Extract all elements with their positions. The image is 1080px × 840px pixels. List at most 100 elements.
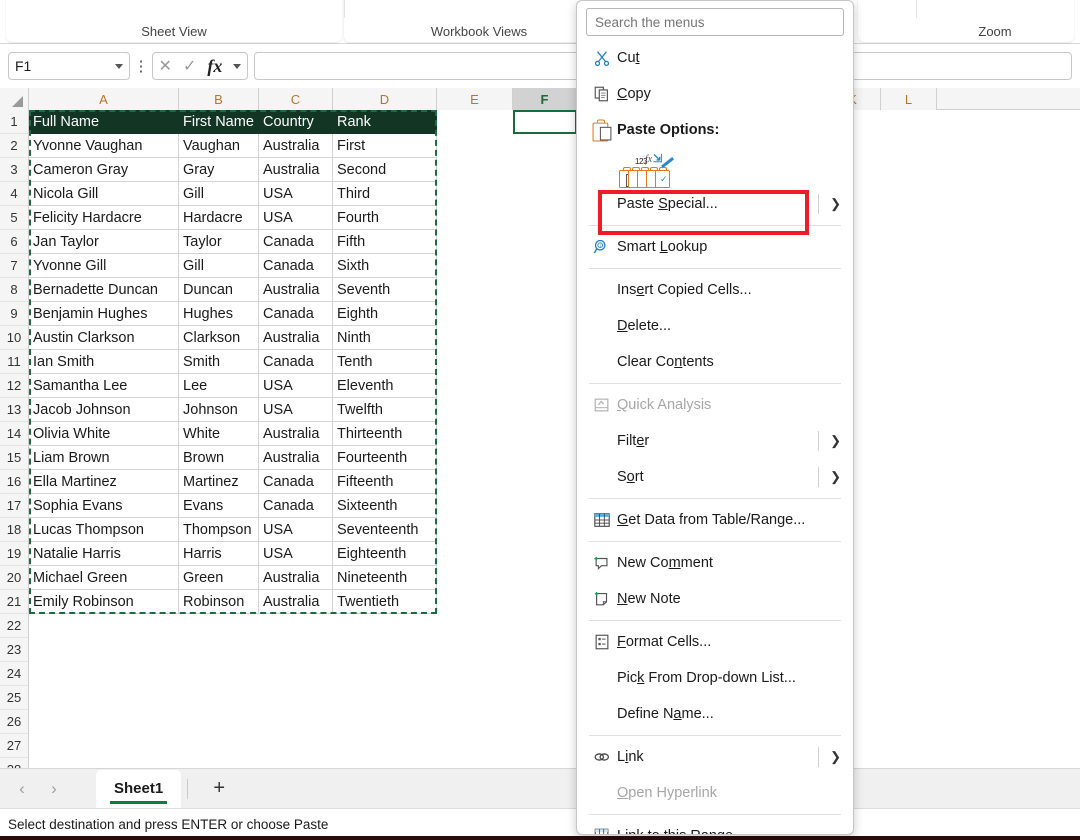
row-header-6[interactable]: 6 [0,230,29,254]
name-box[interactable]: F1 [8,52,130,80]
cell-F11[interactable] [513,350,577,374]
cell-L14[interactable] [881,422,937,446]
cell-L5[interactable] [881,206,937,230]
cell-F2[interactable] [513,134,577,158]
cell-A18[interactable]: Lucas Thompson [29,518,179,542]
cell-B24[interactable] [179,662,259,686]
cell-A7[interactable]: Yvonne Gill [29,254,179,278]
cell-D23[interactable] [333,638,437,662]
cell-A8[interactable]: Bernadette Duncan [29,278,179,302]
cell-D21[interactable]: Twentieth [333,590,437,614]
cell-L26[interactable] [881,710,937,734]
cell-D25[interactable] [333,686,437,710]
row-header-15[interactable]: 15 [0,446,29,470]
chevron-down-icon[interactable] [115,63,123,69]
column-header-d[interactable]: D [333,88,437,110]
cell-D22[interactable] [333,614,437,638]
cell-C3[interactable]: Australia [259,158,333,182]
cell-E6[interactable] [437,230,513,254]
cell-E5[interactable] [437,206,513,230]
menu-item-smart-lookup[interactable]: i Smart Lookup [577,229,853,265]
cell-D27[interactable] [333,734,437,758]
search-menus-input[interactable]: Search the menus [586,8,844,36]
cell-C28[interactable] [259,758,333,768]
cell-C13[interactable]: USA [259,398,333,422]
cell-A1[interactable]: Full Name [29,110,179,134]
cell-B4[interactable]: Gill [179,182,259,206]
cell-B3[interactable]: Gray [179,158,259,182]
row-header-25[interactable]: 25 [0,686,29,710]
cell-E10[interactable] [437,326,513,350]
cell-D18[interactable]: Seventeenth [333,518,437,542]
column-header-a[interactable]: A [29,88,179,110]
cell-A20[interactable]: Michael Green [29,566,179,590]
cell-A22[interactable] [29,614,179,638]
cell-E19[interactable] [437,542,513,566]
cell-L11[interactable] [881,350,937,374]
cell-L7[interactable] [881,254,937,278]
cancel-icon[interactable]: ✕ [159,56,172,76]
active-cell-selection[interactable] [513,110,577,134]
cell-B13[interactable]: Johnson [179,398,259,422]
cell-E13[interactable] [437,398,513,422]
row-header-26[interactable]: 26 [0,710,29,734]
sheet-tab-sheet1[interactable]: Sheet1 [96,769,182,808]
cell-A16[interactable]: Ella Martinez [29,470,179,494]
cell-D6[interactable]: Fifth [333,230,437,254]
chevron-right-icon[interactable]: ❯ [830,469,841,485]
cell-B22[interactable] [179,614,259,638]
cell-B17[interactable]: Evans [179,494,259,518]
formula-expand-chevron-icon[interactable] [233,63,242,69]
row-header-27[interactable]: 27 [0,734,29,758]
cell-F6[interactable] [513,230,577,254]
row-header-28[interactable]: 28 [0,758,29,768]
cell-E14[interactable] [437,422,513,446]
row-header-10[interactable]: 10 [0,326,29,350]
cell-A23[interactable] [29,638,179,662]
menu-item-paste-special[interactable]: Paste Special... ❯ [577,186,853,222]
menu-item-delete[interactable]: Delete... [577,308,853,344]
menu-item-filter[interactable]: Filter ❯ [577,423,853,459]
menu-item-define-name[interactable]: Define Name... [577,696,853,732]
cell-D13[interactable]: Twelfth [333,398,437,422]
cell-F19[interactable] [513,542,577,566]
cell-D9[interactable]: Eighth [333,302,437,326]
cell-E2[interactable] [437,134,513,158]
cell-D28[interactable] [333,758,437,768]
cell-F3[interactable] [513,158,577,182]
cell-E15[interactable] [437,446,513,470]
cell-C23[interactable] [259,638,333,662]
cell-D12[interactable]: Eleventh [333,374,437,398]
row-header-1[interactable]: 1 [0,110,29,134]
cell-C25[interactable] [259,686,333,710]
add-sheet-button[interactable]: + [202,774,236,804]
menu-item-link-to-range[interactable]: Link to this Range [577,818,853,834]
cell-F25[interactable] [513,686,577,710]
cell-F24[interactable] [513,662,577,686]
cell-F7[interactable] [513,254,577,278]
cell-E9[interactable] [437,302,513,326]
cell-C11[interactable]: Canada [259,350,333,374]
cell-B27[interactable] [179,734,259,758]
column-header-e[interactable]: E [437,88,513,110]
cell-E3[interactable] [437,158,513,182]
cell-E7[interactable] [437,254,513,278]
cell-L25[interactable] [881,686,937,710]
cell-C27[interactable] [259,734,333,758]
insert-function-icon[interactable]: fx [207,56,222,77]
cell-A13[interactable]: Jacob Johnson [29,398,179,422]
cell-F22[interactable] [513,614,577,638]
cell-L24[interactable] [881,662,937,686]
cell-A10[interactable]: Austin Clarkson [29,326,179,350]
cell-F12[interactable] [513,374,577,398]
cell-B19[interactable]: Harris [179,542,259,566]
menu-item-sort[interactable]: Sort ❯ [577,459,853,495]
cell-D3[interactable]: Second [333,158,437,182]
cell-L28[interactable] [881,758,937,768]
cell-L16[interactable] [881,470,937,494]
cell-C16[interactable]: Canada [259,470,333,494]
cell-L15[interactable] [881,446,937,470]
chevron-left-icon[interactable]: ‹ [8,775,36,803]
cell-E16[interactable] [437,470,513,494]
cell-E11[interactable] [437,350,513,374]
